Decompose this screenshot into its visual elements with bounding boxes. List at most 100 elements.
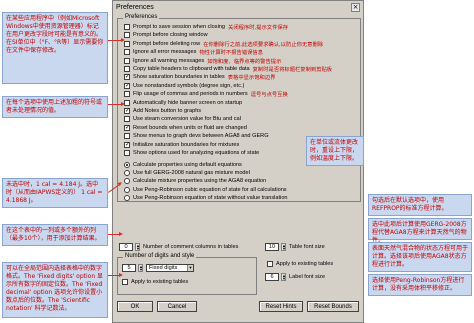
radio-unselected[interactable] bbox=[124, 170, 130, 177]
pref-checkbox-row[interactable]: ✓ Show saturation boundaries in tables 表格中… bbox=[124, 73, 275, 81]
radio-unselected[interactable] bbox=[124, 178, 130, 185]
radio-label: Calculate mixture properties using the A… bbox=[133, 178, 267, 185]
annotation-right-1: 勾选后在默认选项中，使用 REFPROP的标准方程计算。 bbox=[368, 194, 472, 216]
pref-checkbox-row[interactable]: Ignore all error messages 物性计算时不报告错误信息 bbox=[124, 48, 263, 56]
title-bar: Preferences × bbox=[113, 1, 363, 13]
checkbox-note: 表格中显示饱和边界 bbox=[227, 75, 276, 82]
radio-label: Use Peng-Robinson cubic equation of stat… bbox=[133, 186, 287, 193]
table-font-label: Table font size bbox=[289, 244, 325, 250]
radio-label: Use full GERG-2008 natural gas mixture m… bbox=[133, 170, 250, 177]
checkbox-label: Copy table headers to clipboard with tab… bbox=[133, 66, 250, 72]
preferences-group-label: Preferences bbox=[123, 14, 160, 20]
digits-value[interactable]: 5 bbox=[122, 264, 136, 272]
annotation-left-3: 未选中时，1 cal = 4.184 J。选中时（从而由IAPWS定义的） 1 … bbox=[2, 178, 108, 208]
digit-style-value: Fixed digits bbox=[149, 265, 178, 271]
checkbox-note: 如饱和度、临界点等的警告提示 bbox=[207, 58, 282, 65]
radio-unselected[interactable] bbox=[124, 194, 130, 201]
checkbox-label: Show saturation boundaries in tables bbox=[133, 74, 225, 81]
checkbox-unchecked[interactable] bbox=[124, 91, 130, 98]
checkbox-note: 逗号与点号互换 bbox=[250, 92, 288, 99]
checkbox-checked[interactable]: ✓ bbox=[124, 141, 130, 148]
label-font-value[interactable]: 6 bbox=[265, 273, 279, 281]
pref-checkbox-row[interactable]: Flip usage of commas and periods in numb… bbox=[124, 90, 288, 98]
digit-style-select[interactable]: Fixed digits ▼ bbox=[146, 264, 194, 272]
table-font-value[interactable]: 10 bbox=[265, 243, 279, 251]
pref-checkbox-row[interactable]: Ignore all warning messages 如饱和度、临界点等的警告提… bbox=[124, 57, 281, 65]
checkbox-unchecked[interactable] bbox=[124, 57, 130, 64]
checkbox-checked[interactable]: ✓ bbox=[124, 108, 130, 114]
spin-arrows-icon[interactable]: ▲ ▼ bbox=[281, 273, 286, 281]
checkbox-note: 在你删除行之前,此选项要求确认,以防止你无意删除 bbox=[203, 41, 324, 48]
annotation-right-2: 选中此项后计算使用GERG-2008方程代替AGA8方程来计算天然气的物性。 bbox=[368, 218, 472, 244]
checkbox-label: Ignore all warning messages bbox=[133, 57, 205, 64]
digits-group: Number of digits and style 5 ▲ ▼ Fixed di… bbox=[117, 253, 257, 295]
pref-checkbox-row[interactable]: Automatically hide banner screen on star… bbox=[124, 99, 242, 107]
checkbox-checked[interactable]: ✓ bbox=[124, 124, 130, 131]
spin-arrows-icon[interactable]: ▲ ▼ bbox=[138, 264, 143, 272]
table-font-spinner[interactable]: 10 ▲ ▼ Table font size bbox=[265, 243, 325, 251]
pref-checkbox-row[interactable]: Prompt before deleting row 在你删除行之前,此选项要求确… bbox=[124, 40, 323, 48]
equation-radio-row[interactable]: Use full GERG-2008 natural gas mixture m… bbox=[124, 169, 250, 177]
arrow-icon bbox=[108, 38, 125, 42]
pref-checkbox-row[interactable]: ✓ Initialize saturation boundaries for mi… bbox=[124, 141, 239, 149]
checkbox-unchecked[interactable] bbox=[124, 150, 130, 156]
close-icon[interactable]: × bbox=[351, 2, 360, 12]
pref-checkbox-row[interactable]: Prompt before closing window bbox=[124, 31, 208, 39]
label-font-label: Label font size bbox=[289, 274, 326, 280]
pref-checkbox-row[interactable]: ✓ Add Notes button to graphs bbox=[124, 107, 201, 115]
pref-checkbox-row[interactable]: ✓ Use nonstandard symbols (degree sign, e… bbox=[124, 82, 244, 90]
chevron-down-icon: ▼ bbox=[187, 265, 193, 271]
checkbox-unchecked[interactable] bbox=[124, 49, 130, 56]
spin-arrows-icon[interactable]: ▲ ▼ bbox=[135, 243, 140, 251]
checkbox-checked[interactable]: ✓ bbox=[124, 74, 130, 81]
pref-checkbox-row[interactable]: Show menus to graph devs between AGA8 an… bbox=[124, 132, 269, 140]
checkbox-checked[interactable]: ✓ bbox=[124, 82, 130, 89]
checkbox-unchecked[interactable] bbox=[124, 24, 130, 30]
reset-bounds-button[interactable]: Reset Bounds bbox=[307, 301, 359, 312]
checkbox-box[interactable] bbox=[122, 279, 128, 285]
annotation-left-4: 在这个表中的一列或多个额外的列（最多10个），用于添加计算结果。 bbox=[2, 224, 108, 246]
checkbox-label: Ignore all error messages bbox=[133, 49, 197, 56]
annotation-left-5: 可以在全局范围内选择表格中的数字格式。The 'Fixed digits' op… bbox=[2, 262, 108, 318]
digits-spinner[interactable]: 5 ▲ ▼ Fixed digits ▼ bbox=[122, 264, 197, 272]
spin-arrows-icon[interactable]: ▲ ▼ bbox=[281, 243, 286, 251]
cancel-button[interactable]: Cancel bbox=[157, 301, 197, 312]
apply-existing-left-checkbox[interactable]: Apply to existing tables bbox=[122, 278, 188, 286]
annotation-right-4: 选择使用Peng-Robinson方程进行计算，没有采用体积平移修正。 bbox=[368, 274, 472, 296]
reset-hints-button[interactable]: Reset Hints bbox=[259, 301, 303, 312]
checkbox-label: Reset bounds when units or fluid are cha… bbox=[133, 124, 247, 131]
apply-existing-right-label: Apply to existing tables bbox=[276, 261, 334, 267]
radio-label: Use Peng-Robinson equation of state with… bbox=[133, 194, 288, 201]
pref-checkbox-row[interactable]: Prompt to save session when closing 关闭程序时… bbox=[124, 23, 288, 31]
checkbox-label: Show menus to graph devs between AGA8 an… bbox=[133, 133, 269, 140]
checkbox-label: Show options used for analyzing equation… bbox=[133, 150, 260, 156]
checkbox-unchecked[interactable] bbox=[124, 133, 130, 140]
pref-checkbox-row[interactable]: Copy table headers to clipboard with tab… bbox=[124, 65, 332, 73]
apply-existing-right-checkbox[interactable]: Apply to existing tables bbox=[267, 260, 333, 268]
equation-radio-row[interactable]: Use Peng-Robinson cubic equation of stat… bbox=[124, 186, 287, 194]
radio-selected[interactable] bbox=[124, 162, 130, 168]
preferences-group: Preferences Prompt to save session when … bbox=[117, 14, 361, 202]
label-font-spinner[interactable]: 6 ▲ ▼ Label font size bbox=[265, 273, 325, 281]
annotation-left-1: 在某些应用程序中（例如Microsoft Windows中使用资源管理器）标记在… bbox=[2, 12, 108, 84]
ok-button[interactable]: OK bbox=[117, 301, 153, 312]
comment-columns-spinner[interactable]: 0 ▲ ▼ Number of comment columns in tables bbox=[119, 243, 238, 251]
checkbox-label: Add Notes button to graphs bbox=[133, 108, 202, 114]
pref-checkbox-row[interactable]: Show options used for analyzing equation… bbox=[124, 149, 259, 157]
checkbox-box[interactable] bbox=[267, 261, 273, 267]
equation-radio-row[interactable]: Calculate properties using default equat… bbox=[124, 161, 242, 169]
equation-radio-row[interactable]: Calculate mixture properties using the A… bbox=[124, 177, 266, 185]
checkbox-unchecked[interactable] bbox=[124, 116, 130, 123]
apply-existing-left-label: Apply to existing tables bbox=[131, 279, 189, 285]
pref-checkbox-row[interactable]: Use steam conversion value for Btu and c… bbox=[124, 115, 241, 123]
checkbox-label: Prompt before closing window bbox=[133, 32, 208, 39]
equation-radio-row[interactable]: Use Peng-Robinson equation of state with… bbox=[124, 194, 288, 202]
checkbox-label: Use nonstandard symbols (degree sign, et… bbox=[133, 82, 245, 89]
annotation-mid: 在单位或流体更改时，重设上下限，例如温度上下限。 bbox=[306, 136, 364, 166]
pref-checkbox-row[interactable]: ✓ Reset bounds when units or fluid are ch… bbox=[124, 124, 247, 132]
checkbox-label: Use steam conversion value for Btu and c… bbox=[133, 116, 241, 123]
annotation-right-3: 表面天然气混合物的状态方程可用于计算。选择该项后使用AGA8状态方程进行计算。 bbox=[368, 242, 472, 272]
comment-columns-value[interactable]: 0 bbox=[119, 243, 133, 251]
checkbox-unchecked[interactable] bbox=[124, 66, 130, 72]
radio-unselected[interactable] bbox=[124, 186, 130, 193]
